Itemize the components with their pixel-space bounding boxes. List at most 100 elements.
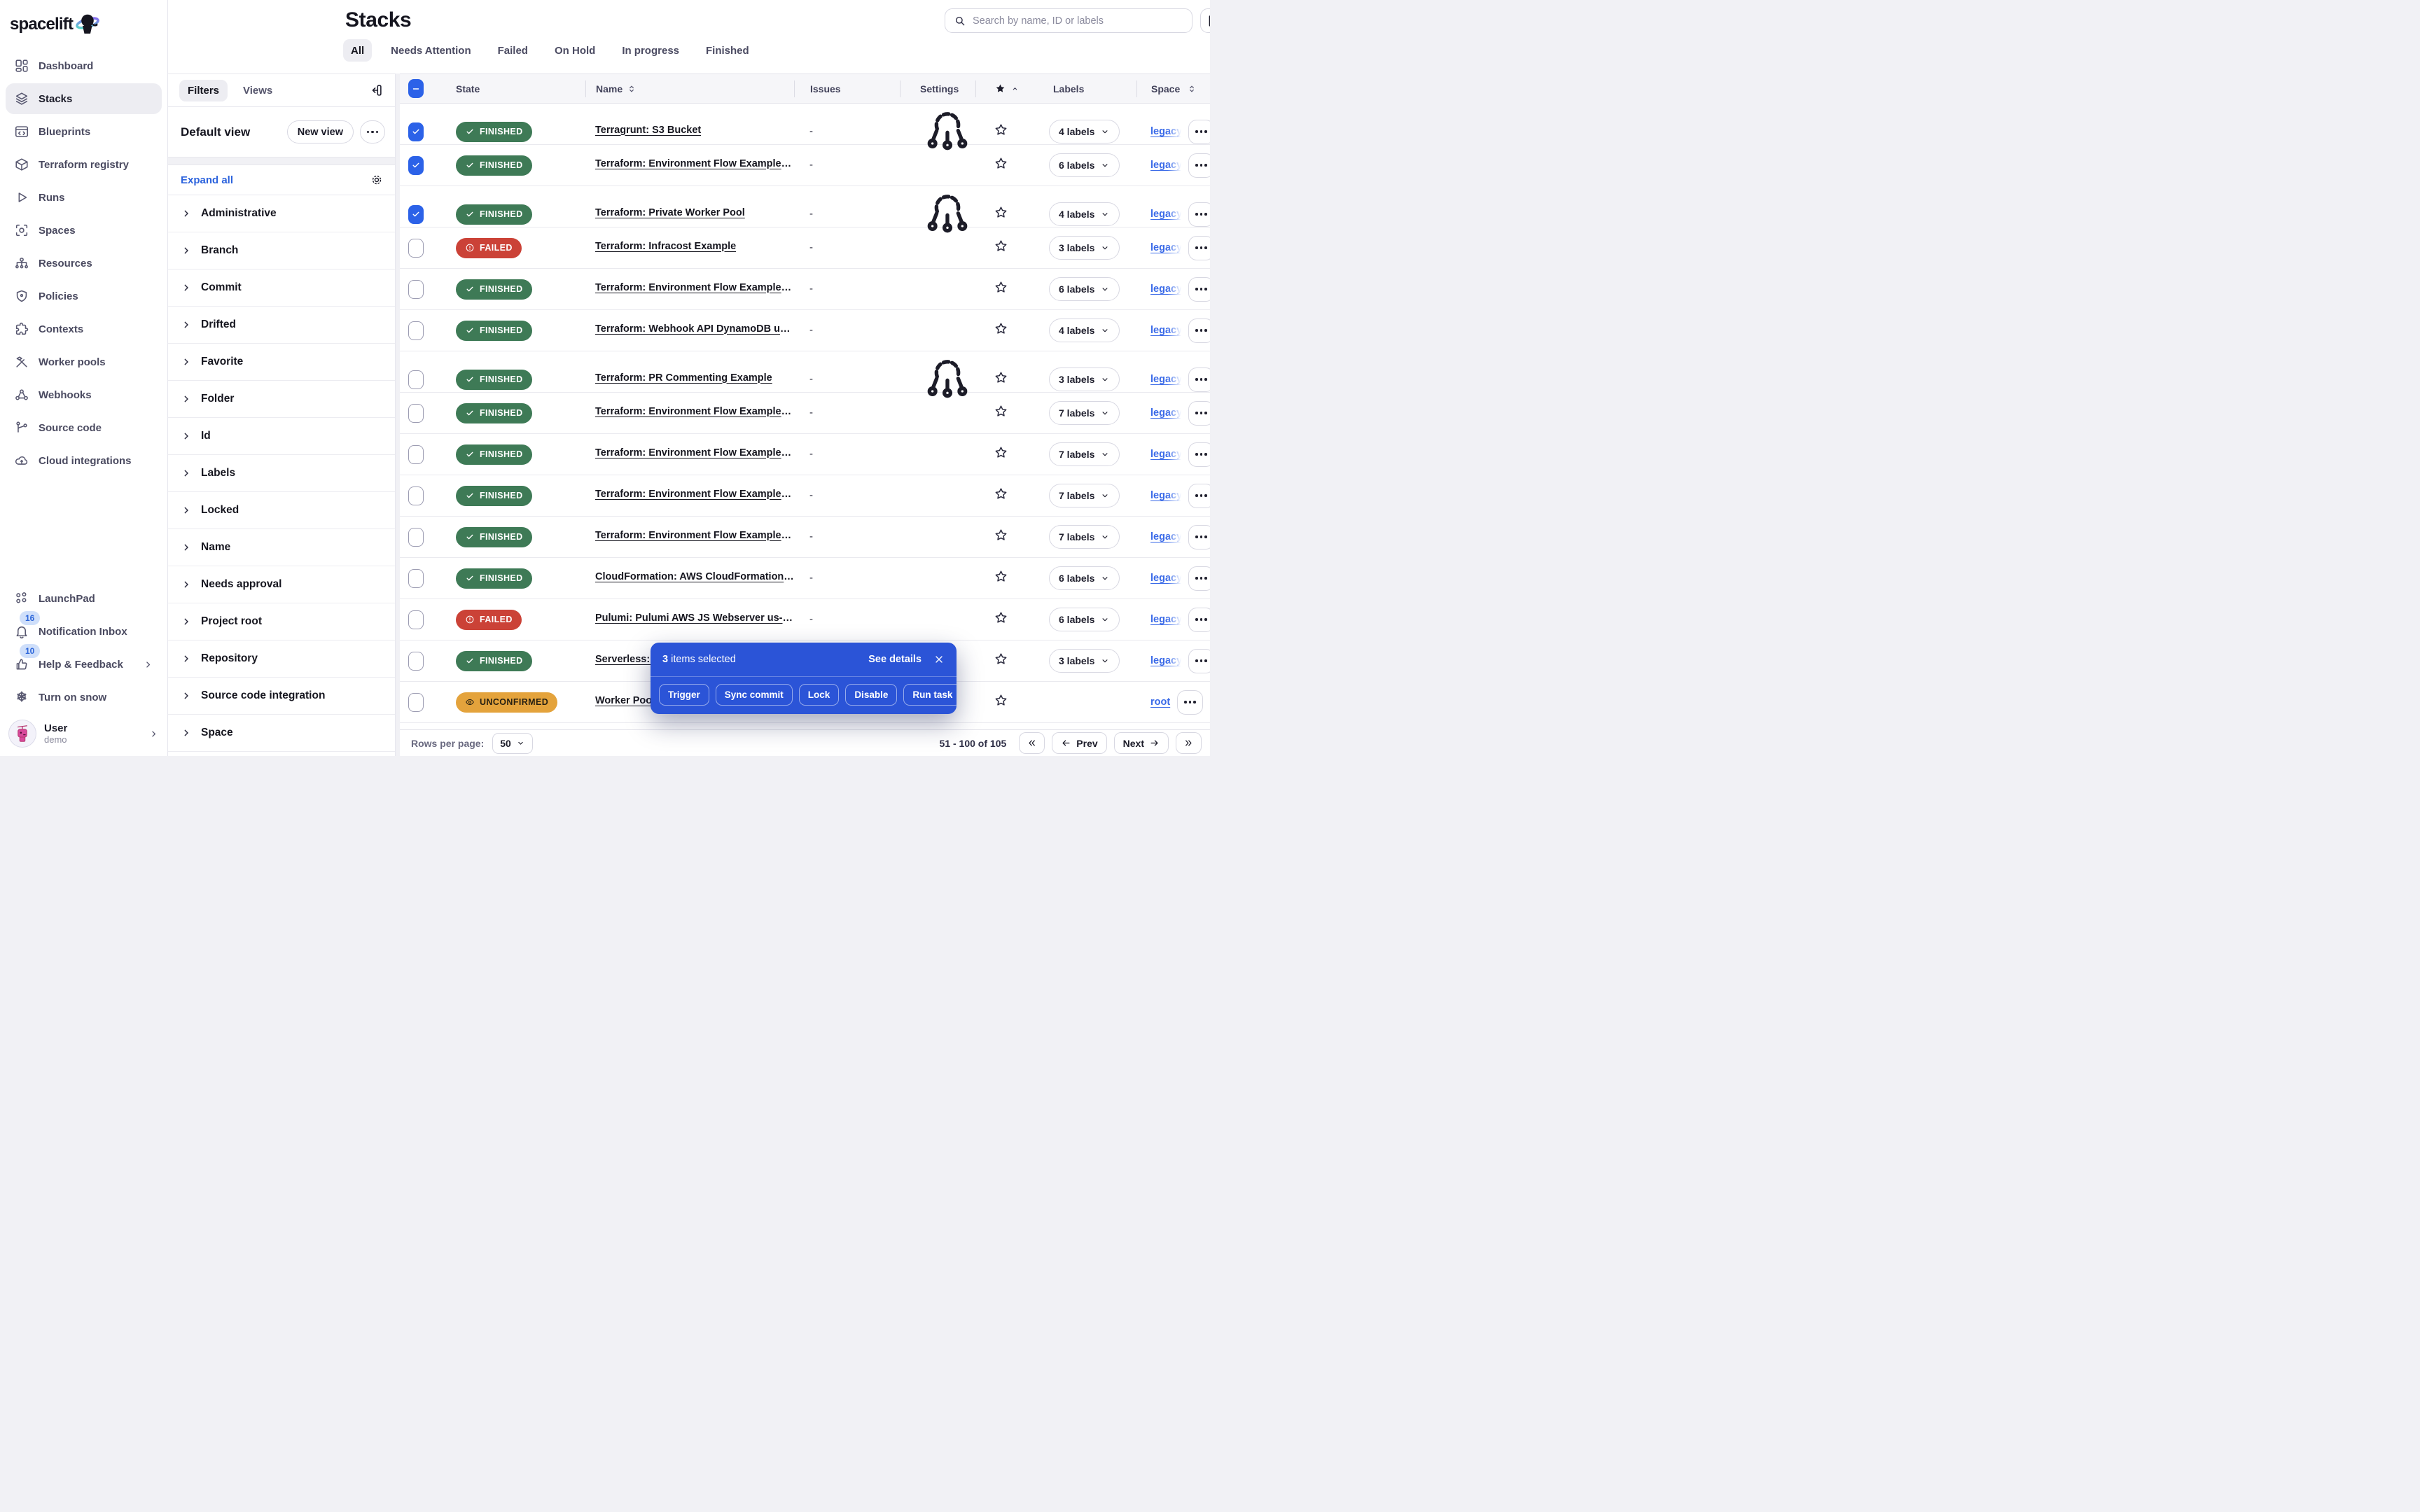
trigger-button[interactable]: Trigger <box>659 684 709 706</box>
sidebar-item-stacks[interactable]: Stacks <box>6 83 162 114</box>
favorite-star-button[interactable] <box>994 569 1008 584</box>
filter-category-needs-approval[interactable]: Needs approval <box>168 566 395 603</box>
labels-dropdown[interactable]: 3 labels <box>1049 649 1120 673</box>
tab-finished[interactable]: Finished <box>698 39 757 62</box>
document-button[interactable] <box>1200 8 1210 33</box>
next-page-button[interactable]: Next <box>1114 732 1169 754</box>
sidebar-item-contexts[interactable]: Contexts <box>6 314 162 344</box>
tab-in-progress[interactable]: In progress <box>614 39 687 62</box>
row-menu-button[interactable] <box>1188 120 1210 144</box>
disable-button[interactable]: Disable <box>845 684 897 706</box>
last-page-button[interactable] <box>1176 732 1202 754</box>
row-checkbox[interactable] <box>408 239 424 258</box>
sidebar-item-launchpad[interactable]: LaunchPad <box>6 583 162 614</box>
run-task-button[interactable]: Run task <box>903 684 957 706</box>
stack-name-link[interactable]: Terraform: Infracost Example <box>595 241 736 252</box>
sidebar-item-spaces[interactable]: Spaces <box>6 215 162 246</box>
filter-category-drifted[interactable]: Drifted <box>168 307 395 344</box>
filter-category-name[interactable]: Name <box>168 529 395 566</box>
search-input[interactable] <box>973 15 1183 27</box>
space-link[interactable]: legacy <box>1150 284 1181 295</box>
select-all-checkbox[interactable] <box>408 79 424 98</box>
space-link[interactable]: legacy <box>1150 531 1181 542</box>
sidebar-item-runs[interactable]: Runs <box>6 182 162 213</box>
row-menu-button[interactable] <box>1188 318 1210 343</box>
favorite-star-button[interactable] <box>994 445 1008 460</box>
row-checkbox[interactable] <box>408 321 424 340</box>
filters-gear-icon[interactable] <box>370 173 384 187</box>
sidebar-item-cloud-integrations[interactable]: Cloud integrations <box>6 445 162 476</box>
filter-category-folder[interactable]: Folder <box>168 381 395 418</box>
favorite-star-button[interactable] <box>994 156 1008 171</box>
filter-category-id[interactable]: Id <box>168 418 395 455</box>
row-menu-button[interactable] <box>1188 202 1210 227</box>
stack-name-link[interactable]: Terraform: Environment Flow Example: Pro… <box>595 530 794 541</box>
favorite-star-button[interactable] <box>994 404 1008 419</box>
labels-dropdown[interactable]: 6 labels <box>1049 608 1120 631</box>
row-menu-button[interactable] <box>1188 608 1210 632</box>
row-checkbox[interactable] <box>408 205 424 224</box>
row-menu-button[interactable] <box>1188 368 1210 392</box>
column-header-issues[interactable]: Issues <box>794 80 900 97</box>
row-checkbox[interactable] <box>408 370 424 389</box>
stack-name-link[interactable]: Terragrunt: S3 Bucket <box>595 125 701 136</box>
row-checkbox[interactable] <box>408 280 424 299</box>
filter-category-project-root[interactable]: Project root <box>168 603 395 640</box>
column-header-space[interactable]: Space <box>1136 80 1210 97</box>
filter-category-repository[interactable]: Repository <box>168 640 395 678</box>
row-checkbox[interactable] <box>408 122 424 141</box>
row-checkbox[interactable] <box>408 156 424 175</box>
user-menu[interactable]: User demo <box>8 720 159 748</box>
space-link[interactable]: legacy <box>1150 126 1181 137</box>
filter-category-locked[interactable]: Locked <box>168 492 395 529</box>
stack-name-link[interactable]: Worker Pool <box>595 695 655 706</box>
sidebar-item-worker-pools[interactable]: Worker pools <box>6 346 162 377</box>
space-link[interactable]: legacy <box>1150 160 1181 171</box>
filter-category-branch[interactable]: Branch <box>168 232 395 270</box>
favorite-star-button[interactable] <box>994 280 1008 295</box>
sidebar-item-blueprints[interactable]: Blueprints <box>6 116 162 147</box>
space-link[interactable]: legacy <box>1150 655 1181 666</box>
row-menu-button[interactable] <box>1188 525 1210 550</box>
filter-category-favorite[interactable]: Favorite <box>168 344 395 381</box>
favorite-star-button[interactable] <box>994 652 1008 666</box>
space-link[interactable]: legacy <box>1150 449 1181 460</box>
column-header-labels[interactable]: Labels <box>1043 80 1136 97</box>
row-menu-button[interactable] <box>1188 442 1210 467</box>
space-link[interactable]: legacy <box>1150 407 1181 419</box>
first-page-button[interactable] <box>1019 732 1045 754</box>
favorite-star-button[interactable] <box>994 486 1008 501</box>
filter-category-space[interactable]: Space <box>168 715 395 752</box>
stack-name-link[interactable]: Terraform: Environment Flow Example: Dev… <box>595 282 794 293</box>
tab-on-hold[interactable]: On Hold <box>547 39 603 62</box>
space-link[interactable]: legacy <box>1150 325 1181 336</box>
close-icon[interactable] <box>933 654 945 665</box>
stack-name-link[interactable]: CloudFormation: AWS CloudFormation Exa..… <box>595 571 794 582</box>
tab-needs-attention[interactable]: Needs Attention <box>383 39 478 62</box>
filter-category-state[interactable]: State <box>168 752 395 756</box>
favorite-star-button[interactable] <box>994 528 1008 542</box>
rows-per-page-select[interactable]: 50 <box>492 733 533 754</box>
sidebar-item-dashboard[interactable]: Dashboard <box>6 50 162 81</box>
favorite-star-button[interactable] <box>994 370 1008 385</box>
row-checkbox[interactable] <box>408 445 424 464</box>
space-link[interactable]: legacy <box>1150 209 1181 220</box>
favorite-star-button[interactable] <box>994 610 1008 625</box>
sidebar-item-turn-on-snow[interactable]: ❄Turn on snow <box>6 682 162 713</box>
stack-name-link[interactable]: Terraform: Environment Flow Example: Dev… <box>595 158 794 169</box>
labels-dropdown[interactable]: 4 labels <box>1049 318 1120 342</box>
sidebar-item-resources[interactable]: Resources <box>6 248 162 279</box>
row-menu-button[interactable] <box>1188 277 1210 302</box>
row-checkbox[interactable] <box>408 404 424 423</box>
row-menu-button[interactable] <box>1177 690 1203 715</box>
favorite-star-button[interactable] <box>994 693 1008 708</box>
labels-dropdown[interactable]: 4 labels <box>1049 120 1120 144</box>
new-view-button[interactable]: New view <box>287 120 354 144</box>
stack-name-link[interactable]: Terraform: Webhook API DynamoDB us-eas..… <box>595 323 794 335</box>
row-menu-button[interactable] <box>1188 566 1210 591</box>
row-menu-button[interactable] <box>1188 153 1210 178</box>
favorite-star-button[interactable] <box>994 239 1008 253</box>
favorite-star-button[interactable] <box>994 122 1008 137</box>
row-menu-button[interactable] <box>1188 484 1210 508</box>
column-header-settings[interactable]: Settings <box>900 80 975 97</box>
